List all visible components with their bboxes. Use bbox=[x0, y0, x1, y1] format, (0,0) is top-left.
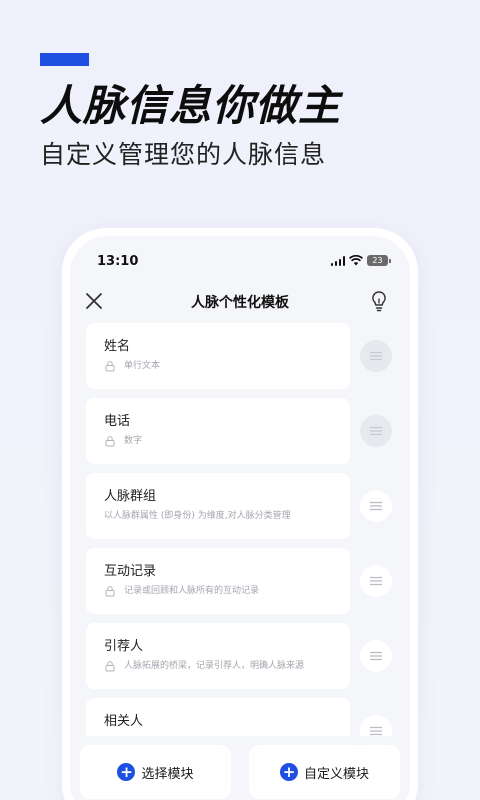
field-subtitle: 记录或回顾和人脉所有的互动记录 bbox=[124, 586, 260, 596]
field-subtitle: 人脉拓展的桥梁，记录引荐人，明确人脉来源 bbox=[124, 661, 305, 671]
field-card-group[interactable]: 人脉群组 以人脉群属性 (即身份) 为维度,对人脉分类管理 bbox=[86, 473, 350, 539]
drag-handle-icon[interactable] bbox=[360, 490, 392, 522]
page-title: 人脉个性化模板 bbox=[191, 295, 289, 311]
drag-handle-icon[interactable] bbox=[360, 565, 392, 597]
wifi-icon bbox=[349, 255, 363, 266]
status-icons: 23 bbox=[330, 255, 391, 266]
lock-icon bbox=[105, 661, 115, 672]
field-subtitle: 以人脉群属性 (即身份) 为维度,对人脉分类管理 bbox=[104, 511, 291, 521]
lock-icon bbox=[105, 361, 115, 372]
field-card-interaction[interactable]: 互动记录 记录或回顾和人脉所有的互动记录 bbox=[86, 548, 350, 614]
drag-handle-icon[interactable] bbox=[360, 415, 392, 447]
drag-handle-icon[interactable] bbox=[360, 340, 392, 372]
field-title: 人脉群组 bbox=[104, 489, 157, 504]
plus-icon: + bbox=[279, 763, 298, 781]
accent-bar bbox=[40, 53, 89, 66]
drag-handle-icon[interactable] bbox=[360, 640, 392, 672]
field-title: 电话 bbox=[104, 414, 131, 429]
select-module-button[interactable]: + 选择模块 bbox=[80, 745, 231, 799]
cellular-signal-icon bbox=[330, 255, 345, 266]
field-title: 互动记录 bbox=[104, 564, 157, 579]
field-card-name[interactable]: 姓名 单行文本 bbox=[86, 323, 350, 389]
custom-module-button[interactable]: + 自定义模块 bbox=[249, 745, 400, 799]
status-time: 13:10 bbox=[97, 254, 139, 269]
lightbulb-icon[interactable] bbox=[370, 290, 388, 312]
battery-icon: 23 bbox=[367, 255, 391, 266]
phone-frame: 13:10 23 人脉个性化模板 姓名 单行文本 电话 数字 人脉群组 以人脉群… bbox=[62, 228, 418, 800]
field-title: 相关人 bbox=[104, 714, 144, 729]
field-card-phone[interactable]: 电话 数字 bbox=[86, 398, 350, 464]
promo-subheadline: 自定义管理您的人脉信息 bbox=[40, 140, 327, 169]
field-subtitle: 数字 bbox=[124, 436, 143, 446]
select-module-label: 选择模块 bbox=[141, 766, 194, 782]
custom-module-label: 自定义模块 bbox=[303, 766, 369, 782]
phone-screen: 13:10 23 人脉个性化模板 姓名 单行文本 电话 数字 人脉群组 以人脉群… bbox=[70, 236, 410, 800]
field-title: 引荐人 bbox=[104, 639, 144, 654]
promo-headline: 人脉信息你做主 bbox=[40, 81, 342, 130]
field-subtitle: 单行文本 bbox=[124, 361, 161, 371]
lock-icon bbox=[105, 436, 115, 447]
lock-icon bbox=[105, 586, 115, 597]
field-card-referrer[interactable]: 引荐人 人脉拓展的桥梁，记录引荐人，明确人脉来源 bbox=[86, 623, 350, 689]
plus-icon: + bbox=[117, 763, 136, 781]
field-title: 姓名 bbox=[104, 339, 131, 354]
